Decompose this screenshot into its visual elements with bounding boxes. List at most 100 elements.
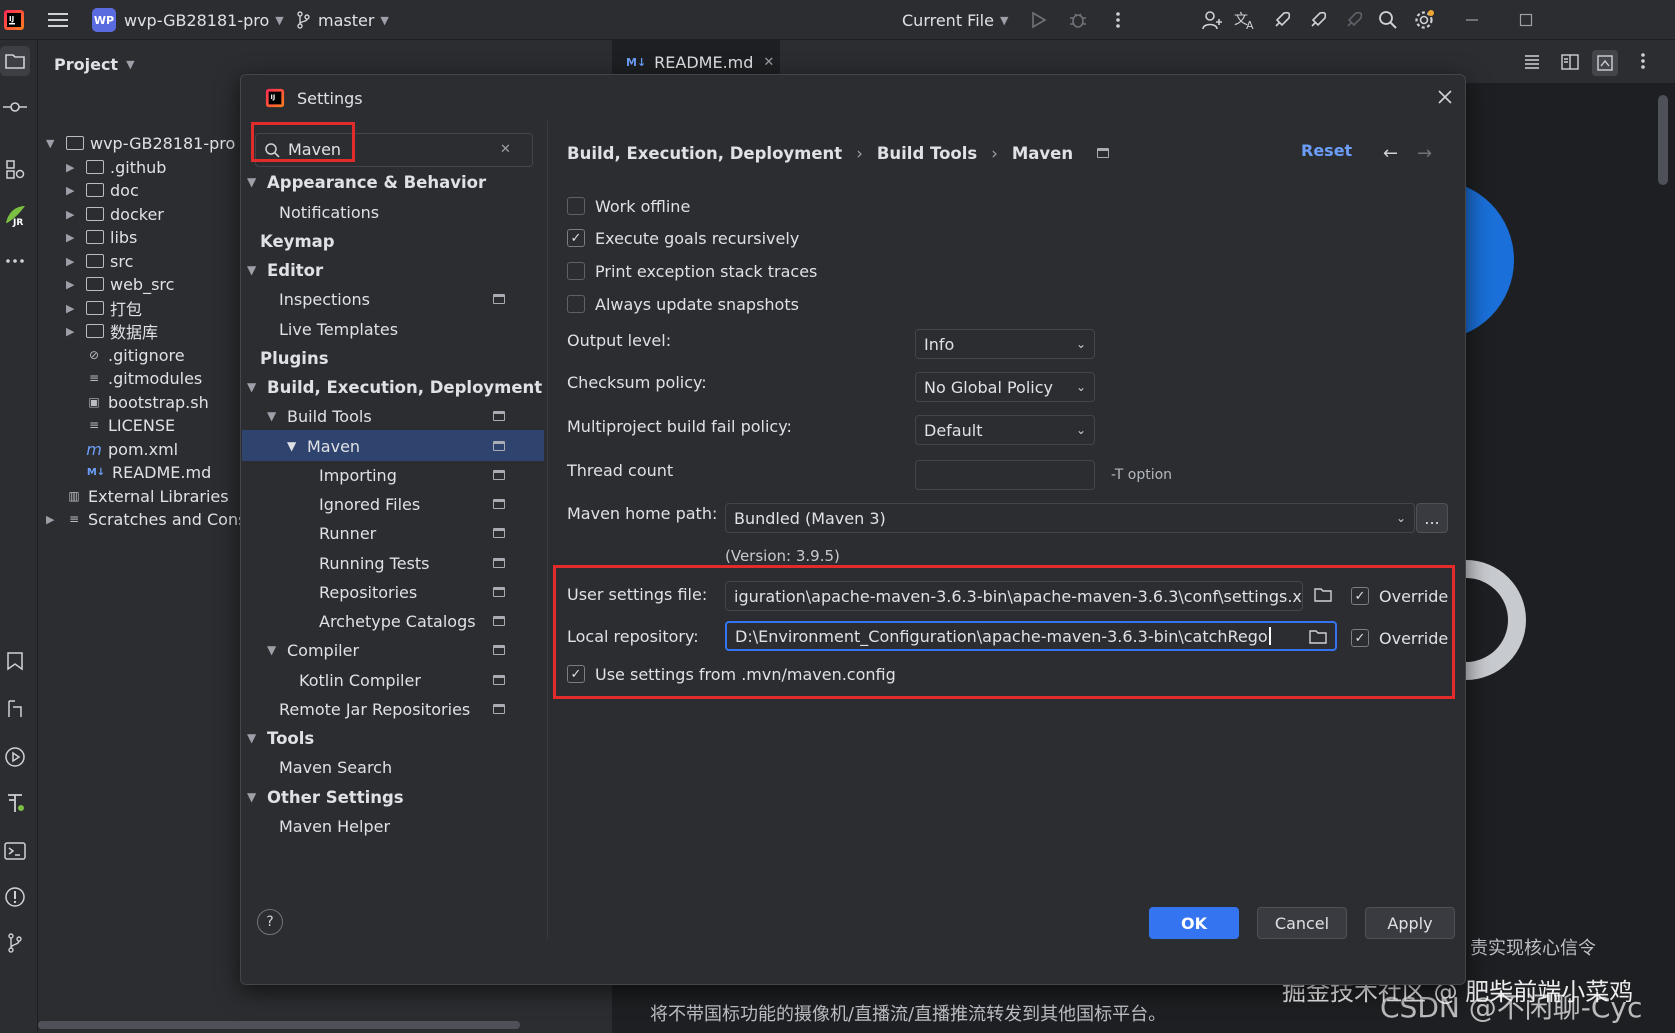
- run-icon[interactable]: [1026, 8, 1050, 32]
- tree-item-gitignore[interactable]: ⊘ .gitignore: [86, 343, 185, 367]
- nav-build-tools[interactable]: ▼ Build Tools: [267, 401, 372, 431]
- preview-icon[interactable]: [1592, 50, 1618, 76]
- nav-remote-jar-repositories[interactable]: Remote Jar Repositories: [279, 694, 470, 724]
- search-icon[interactable]: [1376, 8, 1400, 32]
- print-exception-checkbox[interactable]: Print exception stack traces: [567, 258, 817, 284]
- browse-maven-home-button[interactable]: ...: [1416, 503, 1448, 533]
- rocket-alt-icon[interactable]: [1306, 8, 1330, 32]
- debug-icon[interactable]: [1066, 8, 1090, 32]
- nav-compiler[interactable]: ▼ Compiler: [267, 635, 359, 665]
- tree-item-libs[interactable]: ▶ libs: [66, 225, 137, 249]
- nav-maven-search[interactable]: Maven Search: [279, 752, 392, 782]
- checksum-policy-select[interactable]: No Global Policy ⌄: [915, 372, 1095, 402]
- nav-importing[interactable]: Importing: [319, 460, 397, 490]
- thread-count-input[interactable]: [915, 460, 1095, 490]
- horizontal-scrollbar[interactable]: [38, 1021, 520, 1029]
- ok-button[interactable]: OK: [1149, 907, 1239, 939]
- minimize-icon[interactable]: [1460, 8, 1484, 32]
- commit-icon[interactable]: [0, 92, 30, 122]
- nav-editor[interactable]: ▼ Editor: [247, 255, 323, 285]
- tree-item-readme[interactable]: M↓ README.md: [86, 460, 211, 484]
- select-value: Bundled (Maven 3): [734, 508, 886, 528]
- project-selector[interactable]: WP wvp-GB28181-pro ▼: [92, 0, 284, 40]
- help-button[interactable]: ?: [257, 909, 283, 935]
- back-arrow-icon[interactable]: ←: [1383, 143, 1398, 164]
- nav-build-execution-deployment[interactable]: ▼ Build, Execution, Deployment: [247, 372, 542, 402]
- multiproject-fail-select[interactable]: Default ⌄: [915, 415, 1095, 445]
- bookmarks-icon[interactable]: [0, 646, 30, 676]
- nav-runner[interactable]: Runner: [319, 518, 376, 548]
- cancel-button[interactable]: Cancel: [1257, 907, 1347, 939]
- editor-scrollbar[interactable]: [1658, 95, 1668, 185]
- nav-plugins[interactable]: Plugins: [260, 343, 329, 373]
- output-level-select[interactable]: Info ⌄: [915, 329, 1095, 359]
- maven-home-select[interactable]: Bundled (Maven 3) ⌄: [725, 503, 1415, 533]
- close-tab-icon[interactable]: ✕: [763, 55, 774, 70]
- tree-item-database[interactable]: ▶ 数据库: [66, 319, 158, 343]
- breadcrumb-item[interactable]: Build, Execution, Deployment: [567, 144, 842, 163]
- rocket-icon[interactable]: [1270, 8, 1294, 32]
- settings-gear-icon[interactable]: [1412, 8, 1436, 32]
- nav-running-tests[interactable]: Running Tests: [319, 548, 430, 578]
- tree-item-src[interactable]: ▶ src: [66, 249, 133, 273]
- apply-button[interactable]: Apply: [1365, 907, 1455, 939]
- split-view-icon[interactable]: [1560, 52, 1580, 72]
- maximize-icon[interactable]: [1514, 8, 1538, 32]
- problems-icon[interactable]: [0, 882, 30, 912]
- tree-item-doc[interactable]: ▶ doc: [66, 178, 139, 202]
- nav-other-settings[interactable]: ▼ Other Settings: [247, 782, 404, 812]
- more-tools-icon[interactable]: [0, 246, 30, 276]
- branch-selector[interactable]: master ▼: [296, 0, 389, 40]
- tree-item-github[interactable]: ▶ .github: [66, 155, 166, 179]
- add-user-icon[interactable]: [1200, 8, 1224, 32]
- jrebel-icon[interactable]: JR: [0, 200, 30, 230]
- forward-arrow-icon[interactable]: →: [1417, 143, 1432, 164]
- breadcrumb-item[interactable]: Build Tools: [877, 144, 977, 163]
- work-offline-checkbox[interactable]: Work offline: [567, 193, 690, 219]
- tree-item-gitmodules[interactable]: ≡ .gitmodules: [86, 366, 202, 390]
- translate-icon[interactable]: 文A: [1234, 8, 1258, 32]
- nav-archetype-catalogs[interactable]: Archetype Catalogs: [319, 606, 476, 636]
- structure-icon[interactable]: [0, 154, 30, 184]
- always-update-checkbox[interactable]: Always update snapshots: [567, 291, 799, 317]
- tree-item-web-src[interactable]: ▶ web_src: [66, 272, 174, 296]
- nav-appearance-behavior[interactable]: ▼ Appearance & Behavior: [247, 167, 486, 197]
- editor-more-icon[interactable]: [1640, 52, 1648, 72]
- build-tool-icon[interactable]: [0, 694, 30, 724]
- nav-maven-helper[interactable]: Maven Helper: [279, 811, 390, 841]
- nav-label: Plugins: [260, 348, 329, 368]
- nav-ignored-files[interactable]: Ignored Files: [319, 489, 420, 519]
- tree-item-external-libraries[interactable]: ▥ External Libraries: [66, 484, 228, 508]
- project-panel-header[interactable]: Project ▼: [54, 52, 135, 76]
- nav-label: Runner: [319, 523, 377, 543]
- nav-live-templates[interactable]: Live Templates: [279, 314, 398, 344]
- tree-item-docker[interactable]: ▶ docker: [66, 202, 164, 226]
- tree-root[interactable]: ▼ wvp-GB28181-pro: [46, 131, 235, 155]
- tree-item-pom[interactable]: m pom.xml: [86, 437, 178, 461]
- nav-maven[interactable]: ▼ Maven: [287, 431, 360, 461]
- nav-tools[interactable]: ▼ Tools: [247, 723, 314, 753]
- breadcrumb: Build, Execution, Deployment › Build Too…: [567, 141, 1110, 165]
- reset-link[interactable]: Reset: [1301, 141, 1352, 160]
- more-actions-icon[interactable]: [1106, 8, 1130, 32]
- main-menu-icon[interactable]: [46, 8, 70, 32]
- git-icon[interactable]: [0, 928, 30, 958]
- maven-tool-icon[interactable]: [0, 788, 30, 818]
- nav-repositories[interactable]: Repositories: [319, 577, 417, 607]
- project-folder-icon[interactable]: [0, 46, 30, 76]
- tree-item-license[interactable]: ≡ LICENSE: [86, 413, 175, 437]
- services-icon[interactable]: [0, 742, 30, 772]
- nav-keymap[interactable]: Keymap: [260, 226, 335, 256]
- rocket-disabled-icon[interactable]: [1342, 8, 1366, 32]
- nav-notifications[interactable]: Notifications: [279, 197, 379, 227]
- tree-item-package[interactable]: ▶ 打包: [66, 296, 142, 320]
- run-config-selector[interactable]: Current File ▼: [902, 0, 1008, 40]
- nav-inspections[interactable]: Inspections: [279, 284, 370, 314]
- clear-search-icon[interactable]: ✕: [500, 142, 511, 157]
- reader-mode-icon[interactable]: [1522, 52, 1542, 72]
- nav-kotlin-compiler[interactable]: Kotlin Compiler: [299, 665, 421, 695]
- execute-goals-checkbox[interactable]: ✓ Execute goals recursively: [567, 225, 799, 251]
- tree-item-bootstrap[interactable]: ▣ bootstrap.sh: [86, 390, 208, 414]
- terminal-icon[interactable]: [0, 836, 30, 866]
- close-dialog-icon[interactable]: [1437, 89, 1455, 107]
